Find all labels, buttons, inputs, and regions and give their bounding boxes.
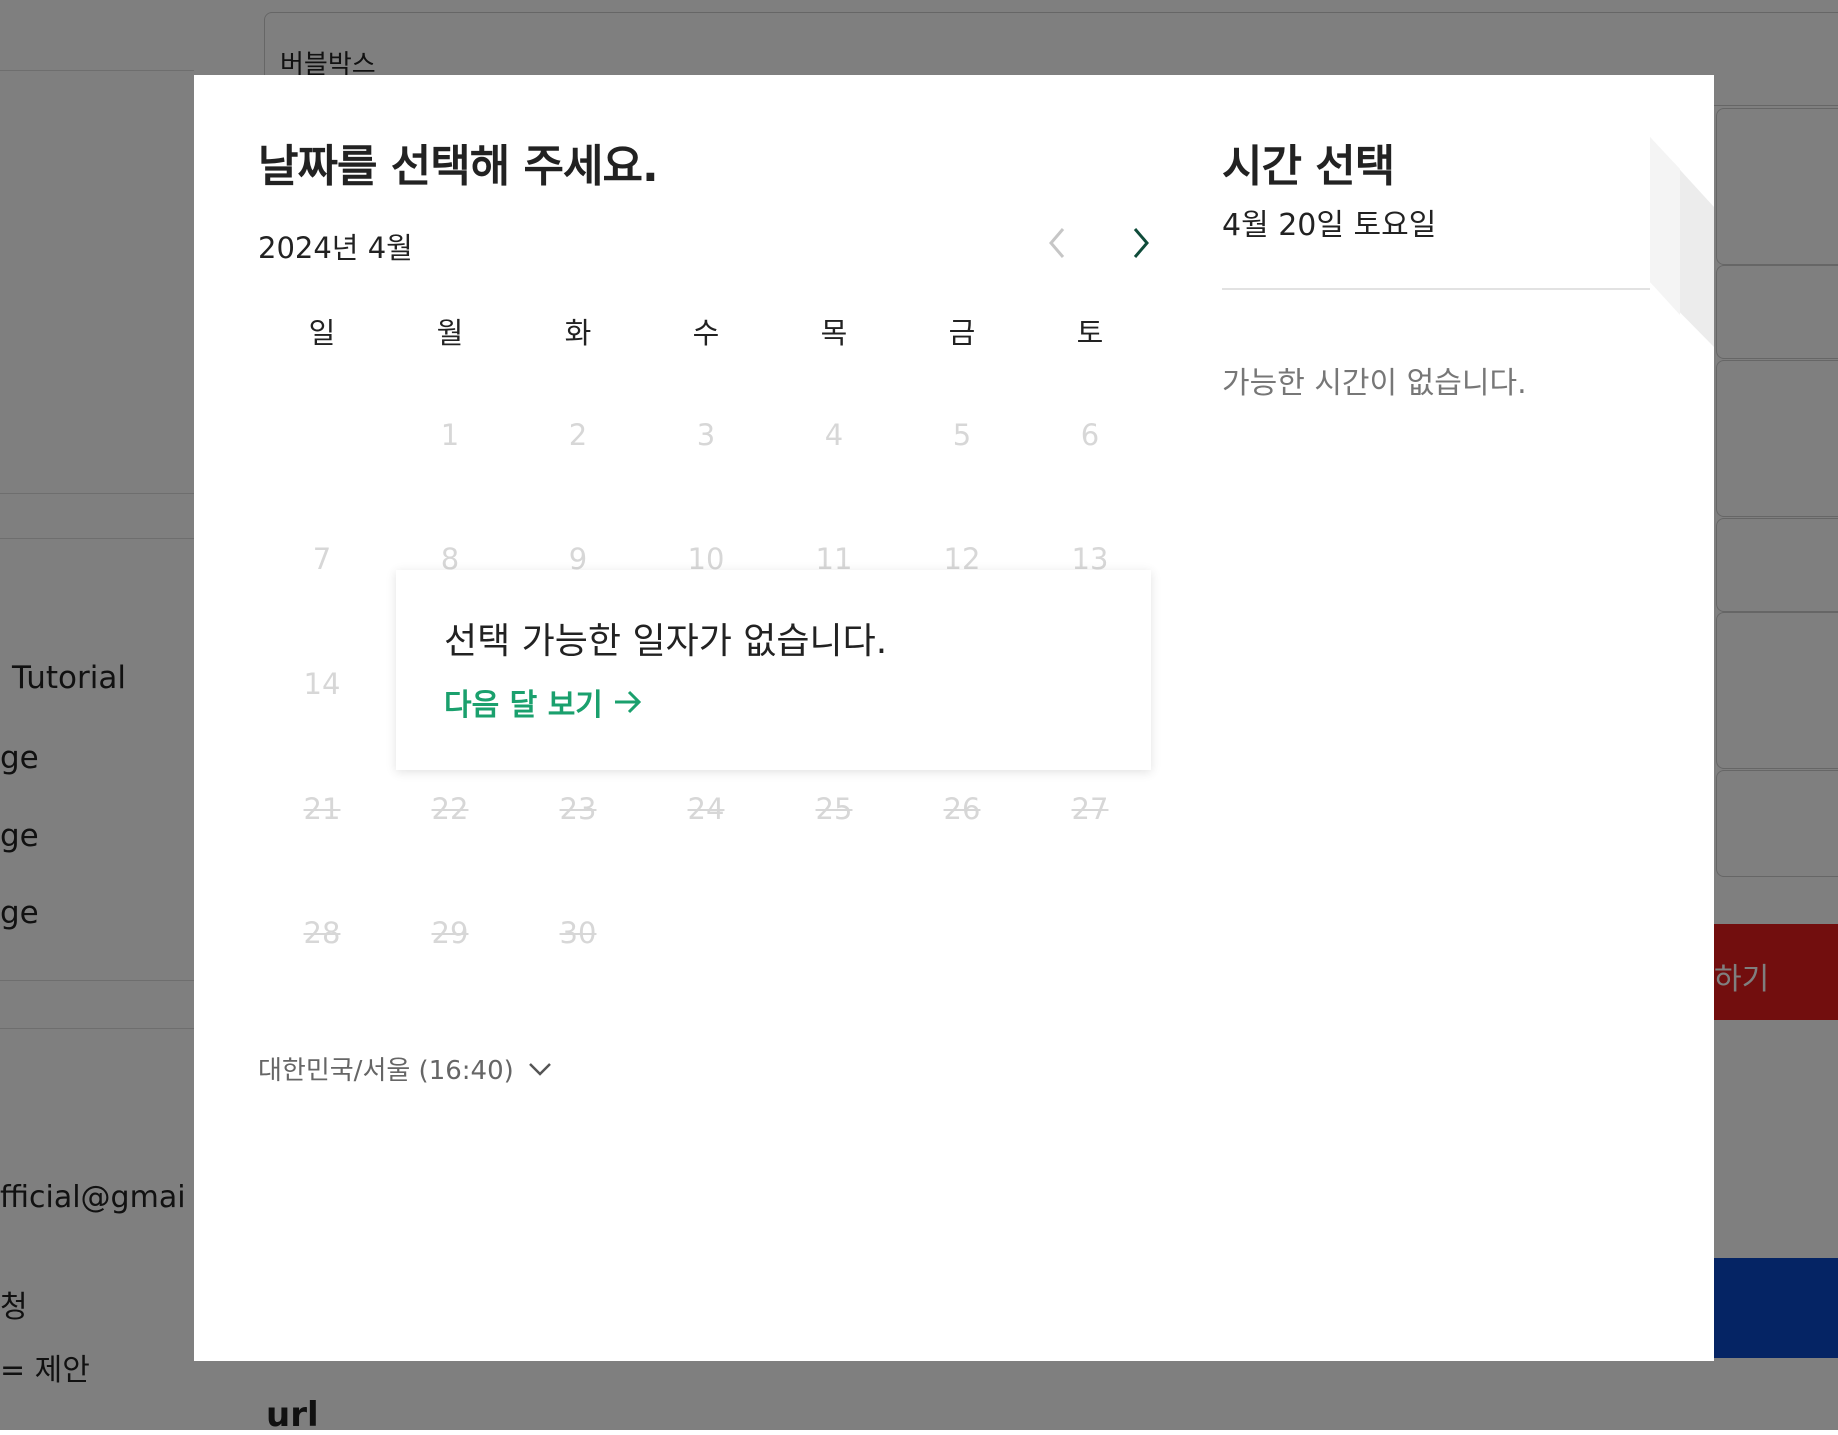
no-times-message: 가능한 시간이 없습니다. bbox=[1222, 366, 1527, 401]
weekday-label: 일 bbox=[308, 316, 336, 350]
month-label: 2024년 4월 bbox=[258, 231, 413, 265]
prev-month-button[interactable] bbox=[1034, 220, 1080, 266]
calendar-day[interactable]: 28 bbox=[258, 903, 386, 963]
calendar-day[interactable]: 4 bbox=[770, 405, 898, 465]
chevron-right-icon bbox=[1133, 228, 1149, 258]
chevron-left-icon bbox=[1049, 228, 1065, 258]
corner-ribbon-decoration bbox=[1650, 137, 1714, 347]
calendar-day[interactable]: 14 bbox=[258, 654, 386, 714]
calendar-panel: 날짜를 선택해 주세요. 2024년 4월 일 월 화 수 목 금 토 1 2 … bbox=[258, 75, 1348, 1361]
weekday-header: 일 월 화 수 목 금 토 bbox=[258, 310, 1158, 360]
timezone-selector[interactable]: 대한민국/서울 (16:40) bbox=[258, 1050, 552, 1087]
calendar-day[interactable]: 6 bbox=[1026, 405, 1154, 465]
next-month-link[interactable]: 다음 달 보기 bbox=[444, 680, 643, 724]
calendar-day[interactable]: 23 bbox=[514, 779, 642, 839]
calendar-day[interactable]: 22 bbox=[386, 779, 514, 839]
date-picker-modal: 날짜를 선택해 주세요. 2024년 4월 일 월 화 수 목 금 토 1 2 … bbox=[194, 75, 1714, 1361]
next-month-link-label: 다음 달 보기 bbox=[444, 688, 603, 723]
calendar-day[interactable]: 5 bbox=[898, 405, 1026, 465]
no-dates-message: 선택 가능한 일자가 없습니다. bbox=[444, 621, 888, 662]
calendar-day[interactable]: 27 bbox=[1026, 779, 1154, 839]
weekday-label: 화 bbox=[564, 316, 592, 350]
calendar-day[interactable]: 30 bbox=[514, 903, 642, 963]
chevron-down-icon bbox=[528, 1062, 551, 1076]
calendar-day[interactable]: 3 bbox=[642, 405, 770, 465]
time-panel-title: 시간 선택 bbox=[1222, 141, 1395, 192]
no-dates-popup: 선택 가능한 일자가 없습니다. 다음 달 보기 bbox=[396, 570, 1151, 770]
next-month-button[interactable] bbox=[1118, 220, 1164, 266]
calendar-day[interactable]: 7 bbox=[258, 529, 386, 589]
calendar-day[interactable]: 26 bbox=[898, 779, 1026, 839]
time-panel-divider bbox=[1222, 288, 1650, 290]
calendar-day[interactable]: 29 bbox=[386, 903, 514, 963]
timezone-label: 대한민국/서울 (16:40) bbox=[258, 1056, 514, 1086]
arrow-right-icon bbox=[614, 690, 642, 714]
time-panel: 시간 선택 4월 20일 토요일 가능한 시간이 없습니다. bbox=[1222, 75, 1652, 1361]
weekday-label: 토 bbox=[1076, 316, 1104, 350]
calendar-day[interactable]: 24 bbox=[642, 779, 770, 839]
weekday-label: 목 bbox=[820, 316, 848, 350]
calendar-day[interactable]: 25 bbox=[770, 779, 898, 839]
weekday-label: 월 bbox=[436, 316, 464, 350]
selected-date-label: 4월 20일 토요일 bbox=[1222, 208, 1437, 243]
calendar-day[interactable]: 2 bbox=[514, 405, 642, 465]
weekday-label: 수 bbox=[692, 316, 720, 350]
calendar-day[interactable]: 1 bbox=[386, 405, 514, 465]
calendar-day[interactable]: 21 bbox=[258, 779, 386, 839]
calendar-title: 날짜를 선택해 주세요. bbox=[258, 141, 659, 192]
weekday-label: 금 bbox=[948, 316, 976, 350]
